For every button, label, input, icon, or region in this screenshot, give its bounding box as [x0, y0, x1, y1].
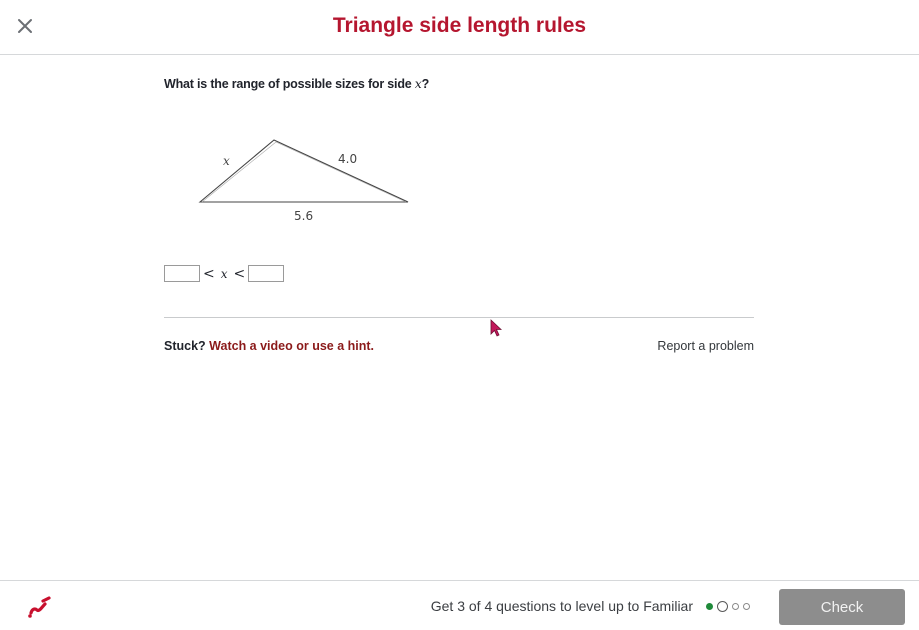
progress-dot-pending — [732, 603, 739, 610]
progress-dots — [706, 601, 754, 612]
hint-link[interactable]: Watch a video or use a hint. — [209, 339, 374, 353]
triangle-shadow — [201, 141, 407, 203]
upper-bound-input[interactable] — [248, 265, 285, 282]
stuck-label: Stuck? — [164, 339, 206, 353]
report-problem-link[interactable]: Report a problem — [600, 339, 754, 353]
side-label-base: 5.6 — [294, 209, 313, 223]
progress-dot-pending — [743, 603, 750, 610]
question-prefix: What is the range of possible sizes for … — [164, 77, 415, 91]
side-label-x: x — [223, 154, 230, 168]
side-label-right: 4.0 — [338, 152, 357, 166]
less-than-symbol: < — [233, 265, 246, 282]
check-button[interactable]: Check — [779, 589, 905, 625]
inequality-answer: < x < — [164, 264, 285, 283]
lower-bound-input[interactable] — [164, 265, 200, 282]
divider — [164, 317, 754, 318]
progress-dot-completed — [706, 603, 713, 610]
page-title: Triangle side length rules — [332, 14, 587, 37]
triangle-figure: x 4.0 5.6 — [198, 139, 409, 223]
question-text: What is the range of possible sizes for … — [164, 76, 429, 91]
question-variable: x — [414, 76, 422, 91]
inequality-variable: x — [220, 266, 228, 281]
triangle-shape — [198, 139, 409, 203]
stuck-prompt: Stuck? Watch a video or use a hint. — [164, 339, 374, 353]
less-than-symbol: < — [203, 265, 215, 282]
question-suffix: ? — [421, 77, 430, 91]
header: Triangle side length rules — [0, 0, 919, 55]
footer: Get 3 of 4 questions to level up to Fami… — [0, 580, 919, 630]
progress-dot-current — [717, 601, 728, 612]
progress-text: Get 3 of 4 questions to level up to Fami… — [430, 598, 693, 614]
mouse-cursor-icon — [490, 319, 503, 337]
khan-academy-logo-icon — [26, 595, 52, 624]
